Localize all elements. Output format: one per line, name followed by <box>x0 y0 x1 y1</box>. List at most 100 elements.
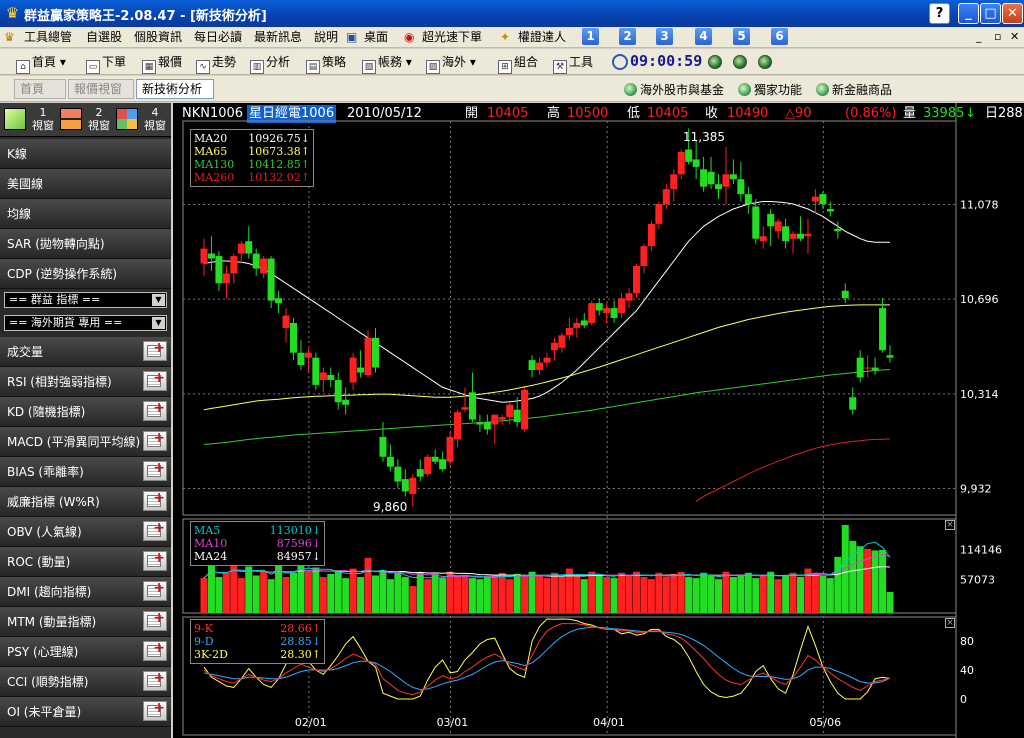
sidebar-item-ma[interactable]: 均線 <box>0 199 171 229</box>
tab-quote-window[interactable]: 報價視窗 <box>68 79 134 99</box>
legend-series-name: MA24 <box>194 550 228 563</box>
add-indicator-icon[interactable] <box>143 427 167 453</box>
order-icon: ▭ <box>86 60 100 74</box>
mdi-close-button[interactable]: ✕ <box>1010 30 1019 43</box>
layout-button-5[interactable]: 5 <box>733 28 750 45</box>
quote-icon: ▦ <box>142 60 156 74</box>
sidebar-item-obv[interactable]: OBV (人氣線) <box>0 517 171 547</box>
sidebar-item-sar[interactable]: SAR (拋物轉向點) <box>0 229 171 259</box>
volume-bar <box>289 572 297 613</box>
toolbar-overseas[interactable]: ▨ 海外 ▾ <box>426 53 476 74</box>
add-indicator-icon[interactable] <box>143 487 167 513</box>
indicator-label: KD (隨機指標) <box>7 405 86 419</box>
add-indicator-icon[interactable] <box>143 607 167 633</box>
view-1-button[interactable]: 1 視窗 <box>3 106 58 134</box>
legend-series-name: MA20 <box>194 132 228 145</box>
trend-icon: ∿ <box>196 60 210 74</box>
menu-desktop[interactable]: 桌面 <box>364 29 388 46</box>
status-light-icon-2[interactable] <box>733 55 747 69</box>
candle-body <box>222 273 230 284</box>
candle-body <box>379 436 387 457</box>
menu-help[interactable]: 說明 <box>314 29 338 46</box>
minimize-button[interactable]: _ <box>958 3 979 24</box>
candle-body <box>215 256 223 284</box>
sidebar-item-cci[interactable]: CCI (順勢指標) <box>0 667 171 697</box>
layout-button-3[interactable]: 3 <box>656 28 673 45</box>
add-indicator-icon[interactable] <box>143 337 167 363</box>
tab-home[interactable]: 首頁 <box>14 79 66 99</box>
sidebar-item-rsi[interactable]: RSI (相對強弱指標) <box>0 367 171 397</box>
add-indicator-icon[interactable] <box>143 397 167 423</box>
strategy-icon: ▤ <box>306 60 320 74</box>
toolbar-tools[interactable]: ⚒ 工具 <box>553 53 593 74</box>
add-indicator-icon[interactable] <box>143 517 167 543</box>
candle-body <box>797 233 805 239</box>
sidebar-item-macd[interactable]: MACD (平滑異同平均線) <box>0 427 171 457</box>
close-kd-panel-icon[interactable]: × <box>945 618 955 628</box>
kd-axis-label: 40 <box>960 664 974 677</box>
add-indicator-icon[interactable] <box>143 547 167 573</box>
layout-button-2[interactable]: 2 <box>619 28 636 45</box>
sidebar-item-williams[interactable]: 威廉指標 (W%R) <box>0 487 171 517</box>
futures-group-select[interactable]: == 海外期貨 專用 == ▼ <box>4 315 167 331</box>
menu-watchlist[interactable]: 自選股 <box>86 29 122 46</box>
volume-bar <box>282 577 290 613</box>
sidebar-item-dmi[interactable]: DMI (趨向指標) <box>0 577 171 607</box>
add-indicator-icon[interactable] <box>143 457 167 483</box>
view-4-button[interactable]: 4 視窗 <box>115 106 170 134</box>
layout-button-4[interactable]: 4 <box>695 28 712 45</box>
toolbar-home[interactable]: ⌂ 首頁 ▾ <box>16 53 66 74</box>
layout-button-6[interactable]: 6 <box>771 28 788 45</box>
sidebar-item-kline[interactable]: K線 <box>0 139 171 169</box>
legend-series-value: 28.66 <box>280 622 312 635</box>
toolbar-combo[interactable]: ⊞ 組合 <box>498 53 538 74</box>
toolbar-home-label: 首頁 <box>32 55 57 69</box>
status-light-icon-1[interactable] <box>708 55 722 69</box>
sidebar-item-ohlc[interactable]: 美國線 <box>0 169 171 199</box>
candle-body <box>468 392 476 420</box>
sidebar-item-volume[interactable]: 成交量 <box>0 337 171 367</box>
sidebar-item-roc[interactable]: ROC (動量) <box>0 547 171 577</box>
toolbar-trend[interactable]: ∿ 走勢 <box>196 53 236 74</box>
menu-news[interactable]: 最新訊息 <box>254 29 302 46</box>
link-new-products[interactable]: 新金融商品 <box>816 81 892 99</box>
sidebar-item-mtm[interactable]: MTM (動量指標) <box>0 607 171 637</box>
toolbar-account[interactable]: ▧ 帳務 ▾ <box>362 53 412 74</box>
sidebar-item-kd[interactable]: KD (隨機指標) <box>0 397 171 427</box>
sidebar-item-psy[interactable]: PSY (心理線) <box>0 637 171 667</box>
menu-daily-read[interactable]: 每日必讀 <box>194 29 242 46</box>
add-indicator-icon[interactable] <box>143 667 167 693</box>
toolbar-quote[interactable]: ▦ 報價 <box>142 53 182 74</box>
sidebar-item-cdp[interactable]: CDP (逆勢操作系統) <box>0 259 171 289</box>
toolbar-strategy[interactable]: ▤ 策略 <box>306 53 346 74</box>
layout-button-1[interactable]: 1 <box>582 28 599 45</box>
candle-body <box>849 397 857 410</box>
help-button[interactable]: ? <box>929 3 950 24</box>
maximize-button[interactable]: □ <box>980 3 1001 24</box>
menu-speed-order[interactable]: 超光速下單 <box>422 29 482 46</box>
add-indicator-icon[interactable] <box>143 697 167 723</box>
close-button[interactable]: ✕ <box>1002 3 1023 24</box>
toolbar-order[interactable]: ▭ 下單 <box>86 53 126 74</box>
menu-tools[interactable]: 工具總管 <box>24 29 72 46</box>
link-exclusive[interactable]: 獨家功能 <box>738 81 802 99</box>
view-2-button[interactable]: 2 視窗 <box>59 106 114 134</box>
link-overseas-funds[interactable]: 海外股市與基金 <box>624 81 724 99</box>
add-indicator-icon[interactable] <box>143 577 167 603</box>
volume-bar <box>394 572 402 613</box>
volume-bar <box>521 577 529 613</box>
add-indicator-icon[interactable] <box>143 637 167 663</box>
sidebar-item-bias[interactable]: BIAS (乖離率) <box>0 457 171 487</box>
tab-technical-analysis[interactable]: 新技術分析 <box>136 79 214 99</box>
sidebar-item-oi[interactable]: OI (未平倉量) <box>0 697 171 727</box>
status-light-icon-3[interactable] <box>758 55 772 69</box>
close-volume-panel-icon[interactable]: × <box>945 520 955 530</box>
mdi-restore-button[interactable]: ▫ <box>994 30 1001 43</box>
toolbar-analysis[interactable]: ▥ 分析 <box>250 53 290 74</box>
indicator-group-select[interactable]: == 群益 指標 == ▼ <box>4 292 167 308</box>
low-annotation: 9,860 <box>373 500 407 514</box>
mdi-minimize-button[interactable]: _ <box>976 30 982 43</box>
menu-stock-info[interactable]: 個股資訊 <box>134 29 182 46</box>
add-indicator-icon[interactable] <box>143 367 167 393</box>
menu-warrant[interactable]: 權證達人 <box>518 29 566 46</box>
